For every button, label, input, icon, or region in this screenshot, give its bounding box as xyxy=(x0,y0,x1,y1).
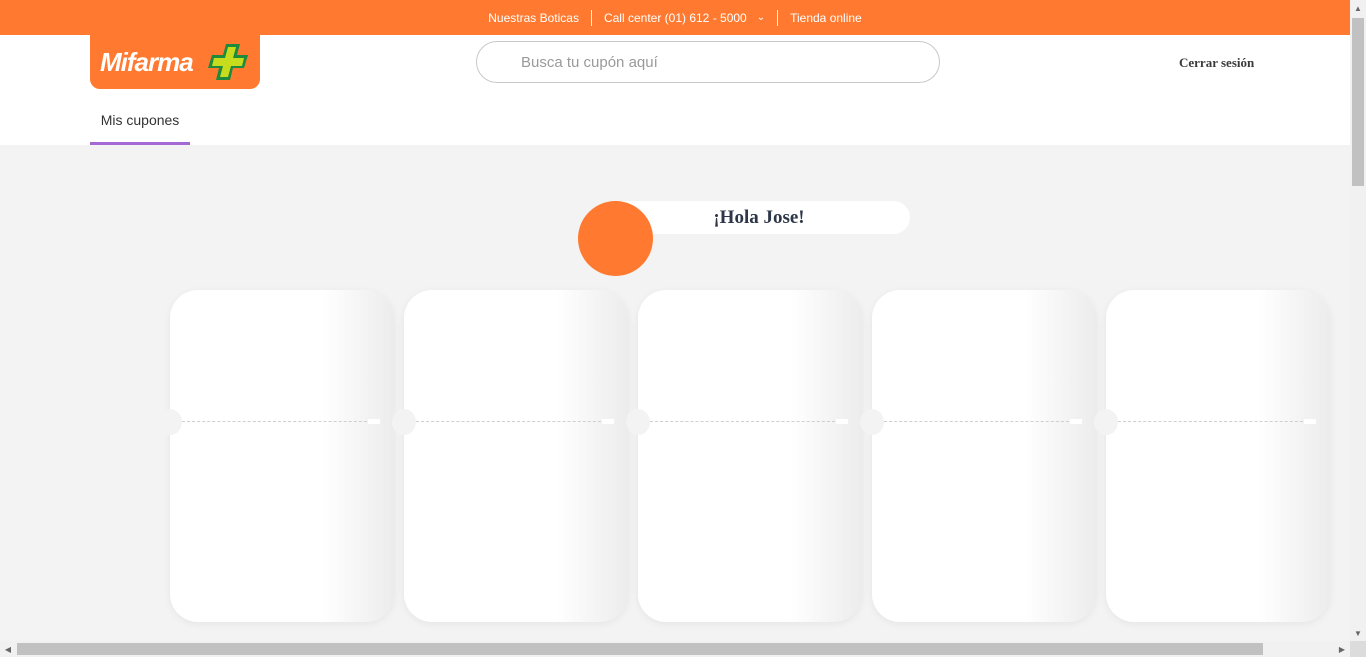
coupon-search-input[interactable] xyxy=(477,42,939,82)
tab-my-coupons[interactable]: Mis cupones xyxy=(90,97,190,145)
card-notch xyxy=(1094,409,1118,435)
online-store-link[interactable]: Tienda online xyxy=(778,11,874,25)
card-notch xyxy=(860,409,884,435)
card-notch xyxy=(158,409,182,435)
logout-link[interactable]: Cerrar sesión xyxy=(1179,55,1254,71)
scroll-right-icon[interactable]: ▶ xyxy=(1334,641,1350,657)
tab-my-coupons-label: Mis cupones xyxy=(100,111,180,128)
scrollbar-corner xyxy=(1350,641,1366,657)
card-divider xyxy=(650,421,840,422)
coupon-card[interactable] xyxy=(860,290,1096,622)
chevron-down-icon: ⌄ xyxy=(756,11,766,23)
header: Mifarma Cerrar sesión Mis cupones xyxy=(0,35,1350,145)
card-divider xyxy=(1118,421,1308,422)
card-notch xyxy=(1304,419,1316,424)
card-divider xyxy=(884,421,1074,422)
card-notch xyxy=(626,409,650,435)
coupon-card[interactable] xyxy=(1094,290,1330,622)
horizontal-scroll-thumb[interactable] xyxy=(17,643,1263,655)
card-notch xyxy=(836,419,848,424)
card-notch xyxy=(368,419,380,424)
coupon-card[interactable] xyxy=(392,290,628,622)
divider xyxy=(777,9,779,26)
online-store-label: Tienda online xyxy=(790,10,862,25)
card-notch xyxy=(602,419,614,424)
call-center-dropdown[interactable]: Call center (01) 612 - 5000 ⌄ xyxy=(592,11,777,25)
coupon-card[interactable] xyxy=(158,290,394,622)
card-divider xyxy=(416,421,606,422)
mifarma-logo[interactable]: Mifarma xyxy=(90,35,260,89)
greeting-text: ¡Hola Jose! xyxy=(713,206,805,228)
top-bar: Nuestras Boticas Call center (01) 612 - … xyxy=(0,0,1350,35)
vertical-scroll-thumb[interactable] xyxy=(1352,18,1364,186)
greeting-banner: ¡Hola Jose! xyxy=(608,201,910,234)
divider xyxy=(590,9,592,26)
avatar xyxy=(578,201,653,276)
logo-text: Mifarma xyxy=(100,46,194,77)
scroll-down-icon[interactable]: ▼ xyxy=(1350,625,1366,641)
scroll-up-icon[interactable]: ▲ xyxy=(1350,0,1366,16)
card-notch xyxy=(1070,419,1082,424)
scroll-left-icon[interactable]: ◀ xyxy=(0,641,16,657)
coupon-card[interactable] xyxy=(626,290,862,622)
cross-icon xyxy=(208,44,248,80)
stores-link-label: Nuestras Boticas xyxy=(488,10,579,25)
horizontal-scrollbar[interactable]: ◀ ▶ xyxy=(0,641,1350,657)
vertical-scrollbar[interactable]: ▲ ▼ xyxy=(1350,0,1366,641)
stores-link[interactable]: Nuestras Boticas xyxy=(476,11,591,25)
coupon-search xyxy=(476,41,940,83)
card-notch xyxy=(392,409,416,435)
call-center-label: Call center (01) 612 - 5000 xyxy=(603,10,747,25)
card-divider xyxy=(182,421,372,422)
